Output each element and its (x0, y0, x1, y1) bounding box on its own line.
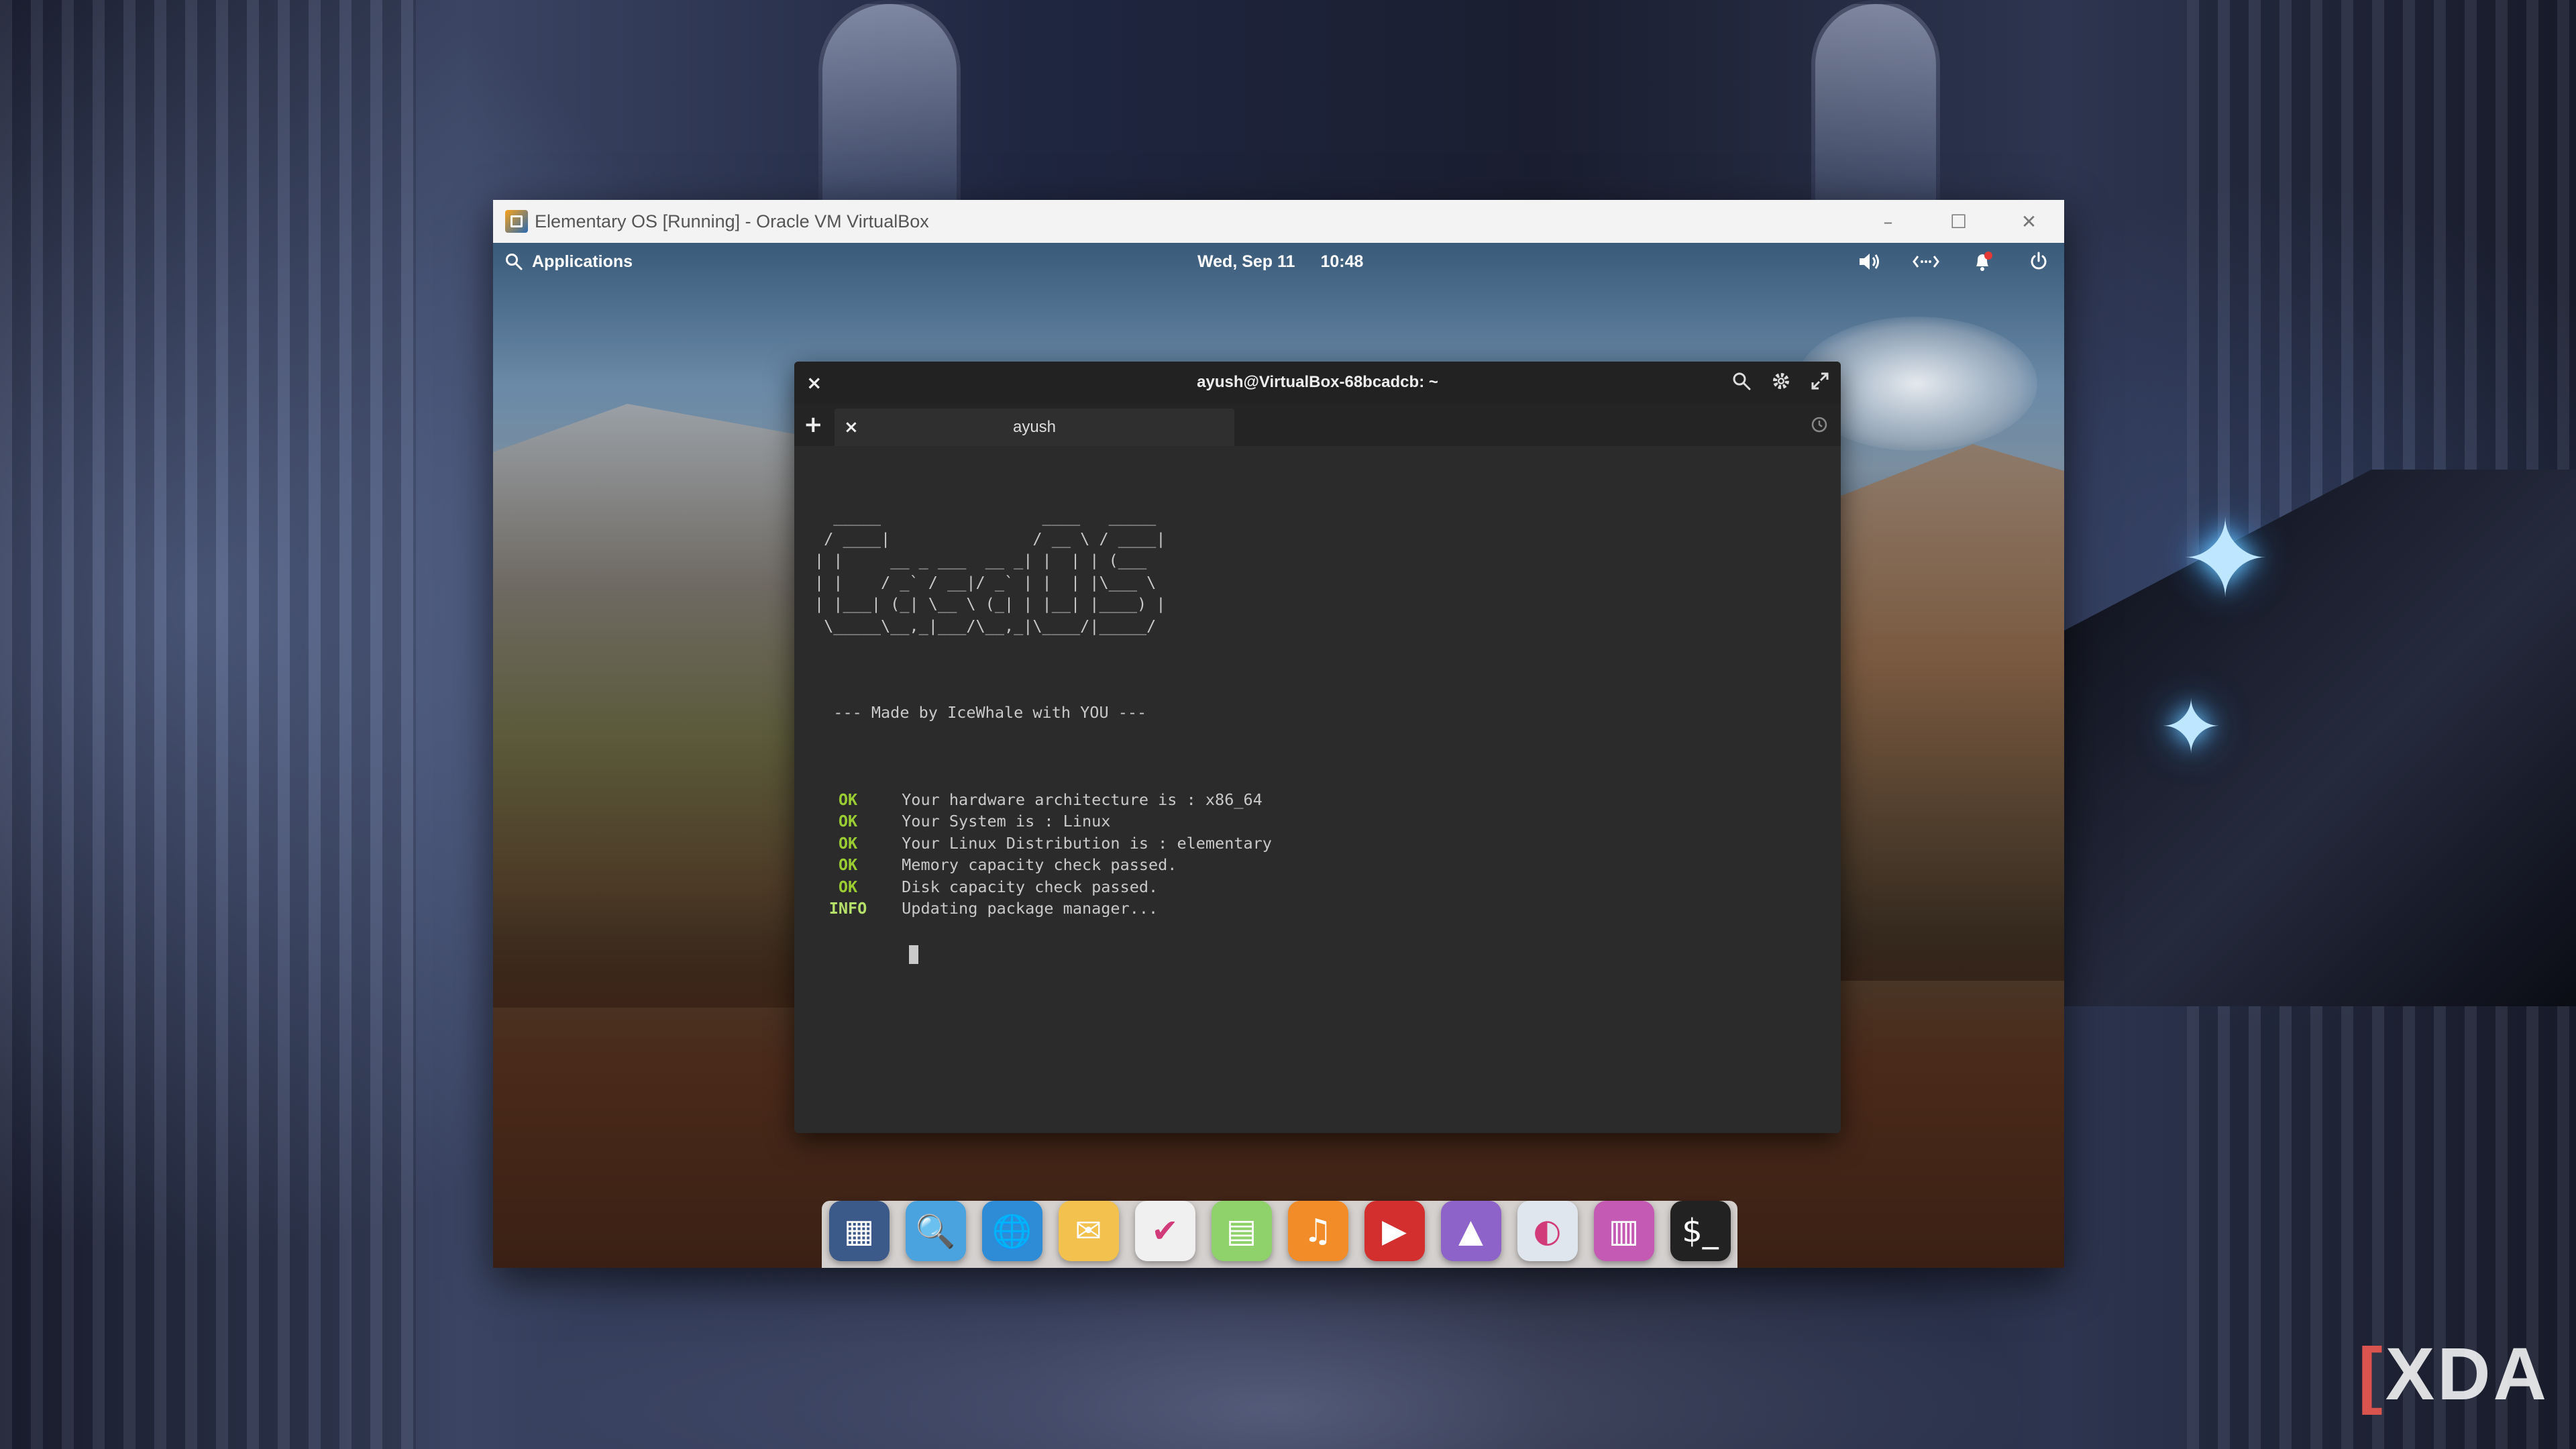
virtualbox-window[interactable]: Elementary OS [Running] - Oracle VM Virt… (493, 200, 2064, 1268)
log-separator (887, 877, 896, 896)
log-message: Your hardware architecture is : x86_64 (902, 790, 1263, 809)
dock-music-icon[interactable]: ♫ (1287, 1201, 1348, 1261)
gear-icon[interactable] (1771, 371, 1791, 394)
log-separator (887, 855, 896, 874)
log-separator (887, 790, 896, 809)
log-separator (887, 899, 896, 918)
install-log: OK Your hardware architecture is : x86_6… (814, 789, 1827, 920)
terminal-tabbar: + × ayush (794, 403, 1841, 446)
terminal-output[interactable]: _____ ____ _____ / ____| / __ \ / ____| … (814, 462, 1827, 1126)
history-icon[interactable] (1810, 403, 1829, 446)
window-arch-decoration (818, 0, 961, 209)
log-line: OK Your hardware architecture is : x86_6… (814, 789, 1827, 811)
log-status: OK (838, 790, 858, 809)
log-status: OK (838, 855, 858, 874)
log-message: Memory capacity check passed. (902, 855, 1177, 874)
log-message: Your System is : Linux (902, 812, 1111, 830)
piano-decoration (2064, 470, 2576, 1006)
guest-desktop: Applications Wed, Sep 11 10:48 × ayush@V… (493, 243, 2064, 1268)
maximize-button[interactable]: ☐ (1923, 200, 1994, 243)
dock-videos-icon[interactable]: ▶ (1364, 1201, 1425, 1261)
volume-icon[interactable] (1856, 248, 1883, 275)
terminal-cursor (909, 945, 919, 964)
log-status: OK (838, 877, 858, 896)
log-message: Disk capacity check passed. (902, 877, 1159, 896)
log-line: INFO Updating package manager... (814, 898, 1827, 920)
xda-watermark: [XDA (2358, 1333, 2549, 1415)
applications-menu[interactable]: Applications (505, 252, 633, 272)
curtain-decoration (0, 0, 416, 1449)
date-label: Wed, Sep 11 (1197, 252, 1295, 271)
terminal-window[interactable]: × ayush@VirtualBox-68bcadcb: ~ + × ayush… (794, 362, 1841, 1133)
dock-photos-icon[interactable]: ▲ (1440, 1201, 1501, 1261)
terminal-title: ayush@VirtualBox-68bcadcb: ~ (1197, 373, 1438, 391)
close-button[interactable]: ✕ (1994, 200, 2064, 243)
butterfly-icon: ✦ (2180, 496, 2271, 622)
casaos-ascii-logo: _____ ____ _____ / ____| / __ \ / ____| … (814, 507, 1166, 635)
tab-ayush[interactable]: × ayush (835, 409, 1234, 446)
search-icon[interactable] (1732, 372, 1751, 394)
virtualbox-icon (505, 210, 528, 233)
tab-label: ayush (1012, 418, 1057, 436)
dock-calendar-icon[interactable]: ▤ (1211, 1201, 1272, 1261)
dock-system-settings-icon[interactable]: ◐ (1517, 1201, 1578, 1261)
dock-files-icon[interactable]: 🔍 (905, 1201, 966, 1261)
dock: ▦ 🔍 🌐 ✉ ✔ ▤ ♫ ▶ ▲ ◐ ▥ $_ (822, 1181, 1737, 1261)
log-line: OK Memory capacity check passed. (814, 854, 1827, 876)
datetime-indicator[interactable]: Wed, Sep 11 10:48 (1197, 243, 1363, 280)
window-arch-decoration (1811, 0, 1940, 209)
wallpaper-cliff (1836, 444, 2064, 981)
dock-app-center-icon[interactable]: ▥ (1593, 1201, 1654, 1261)
log-separator (887, 812, 896, 830)
top-panel: Applications Wed, Sep 11 10:48 (493, 243, 2064, 280)
log-status: OK (838, 812, 858, 830)
network-icon[interactable] (1913, 248, 1939, 275)
terminal-close-button[interactable]: × (806, 362, 822, 403)
fullscreen-icon[interactable] (1811, 372, 1829, 393)
dock-web-browser-icon[interactable]: 🌐 (981, 1201, 1042, 1261)
log-status: OK (838, 833, 858, 853)
tab-close-button[interactable]: × (844, 417, 859, 437)
dock-terminal-icon[interactable]: $_ (1670, 1201, 1731, 1261)
time-label: 10:48 (1320, 252, 1364, 271)
log-line: OK Your System is : Linux (814, 810, 1827, 833)
log-status: INFO (828, 899, 867, 918)
applications-label: Applications (532, 252, 633, 271)
wallpaper-cliff (493, 404, 828, 1008)
minimize-button[interactable]: – (1853, 200, 1923, 243)
notifications-icon[interactable] (1969, 248, 1996, 275)
power-icon[interactable] (2025, 248, 2052, 275)
log-line: OK Disk capacity check passed. (814, 876, 1827, 898)
new-tab-button[interactable]: + (804, 403, 823, 446)
made-by-line: --- Made by IceWhale with YOU --- (814, 703, 1147, 722)
log-separator (887, 834, 896, 853)
host-desktop: ✦ ✦ [XDA Elementary OS [Running] - Oracl… (0, 0, 2576, 1449)
dock-multitasking-view-icon[interactable]: ▦ (828, 1201, 890, 1261)
window-title: Elementary OS [Running] - Oracle VM Virt… (535, 211, 929, 231)
dock-tasks-icon[interactable]: ✔ (1134, 1201, 1195, 1261)
panel-indicators (1856, 243, 2052, 280)
log-message: Your Linux Distribution is : elementary (902, 833, 1272, 853)
dock-mail-icon[interactable]: ✉ (1058, 1201, 1119, 1261)
log-message: Updating package manager... (902, 899, 1159, 918)
virtualbox-titlebar[interactable]: Elementary OS [Running] - Oracle VM Virt… (493, 200, 2064, 243)
log-line: OK Your Linux Distribution is : elementa… (814, 833, 1827, 855)
butterfly-icon: ✦ (2160, 684, 2222, 770)
terminal-headerbar[interactable]: × ayush@VirtualBox-68bcadcb: ~ (794, 362, 1841, 403)
search-icon (506, 254, 523, 270)
